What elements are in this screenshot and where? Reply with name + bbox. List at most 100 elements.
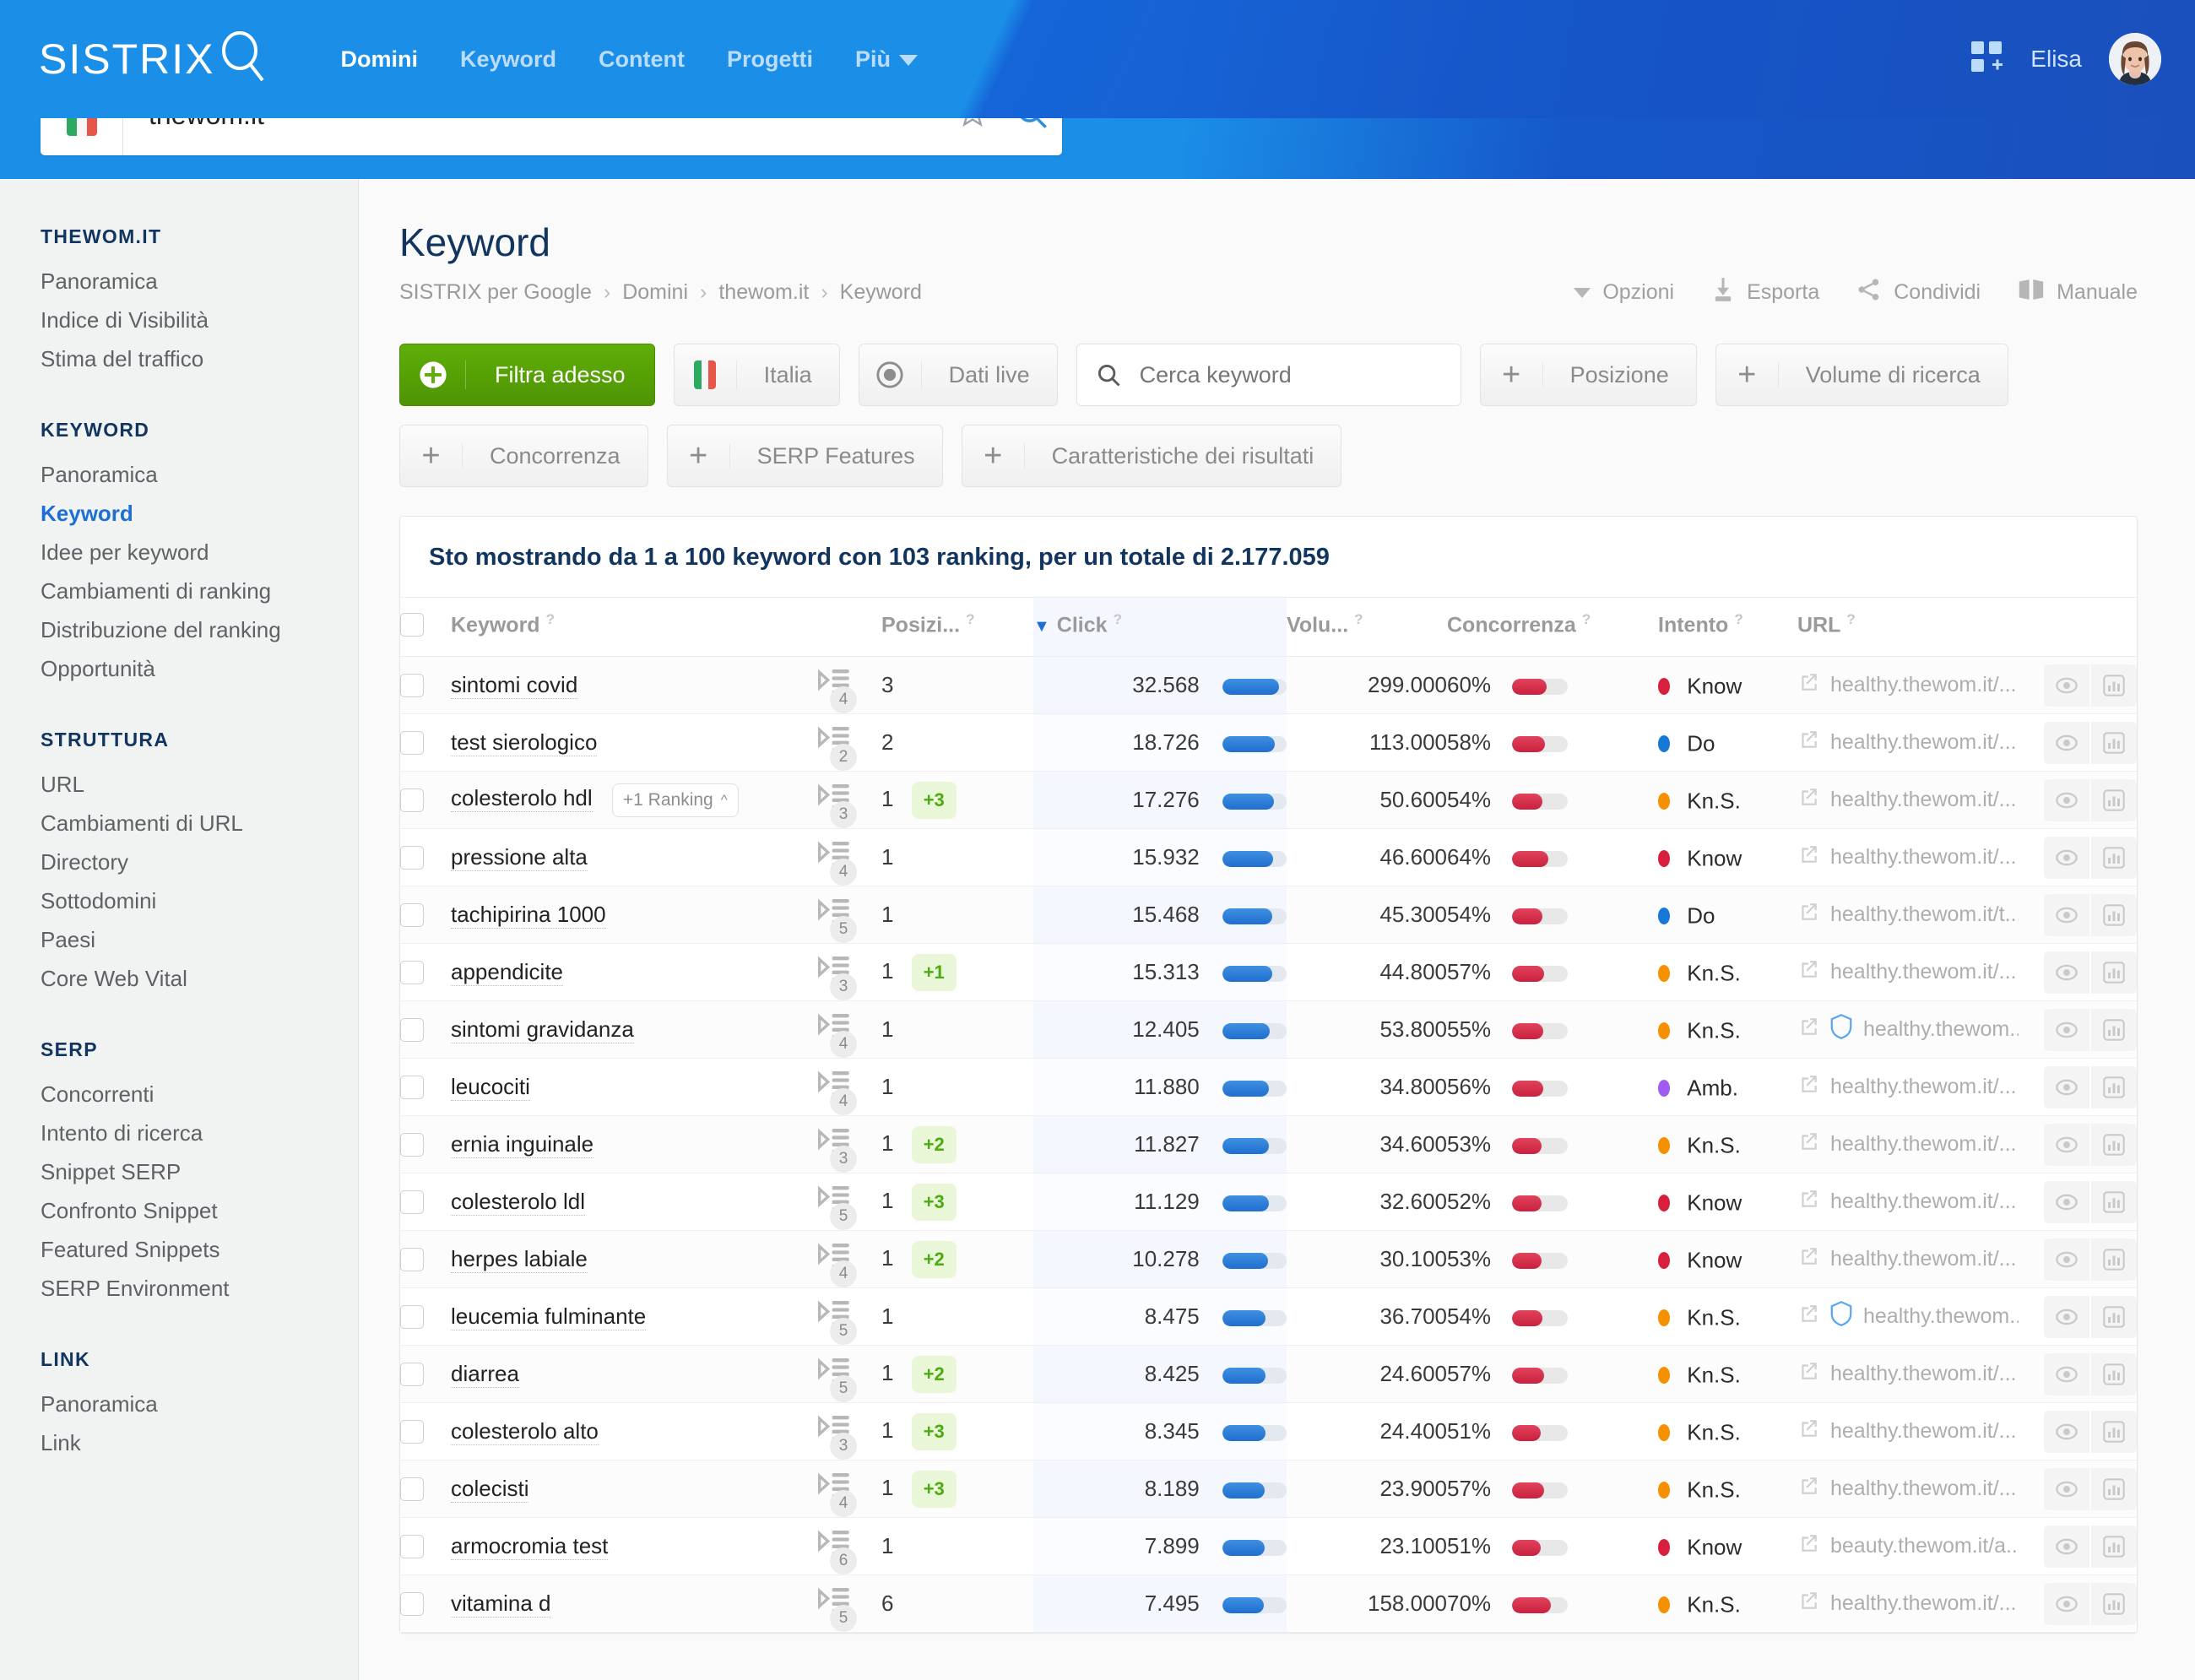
history-chart-icon[interactable] [2091,664,2137,707]
history-chart-icon[interactable] [2091,1410,2137,1453]
keyword-link[interactable]: colesterolo hdl [451,785,593,812]
url-text[interactable]: healthy.thewom.it/... [1830,673,2016,697]
keyword-link[interactable]: herpes labiale [451,1246,588,1273]
url-text[interactable]: healthy.thewom.it/... [1830,1190,2016,1214]
serp-list-icon[interactable]: 6 [816,1526,857,1575]
keyword-link[interactable]: vitamina d [451,1591,551,1618]
row-checkbox[interactable] [400,730,424,755]
table-row[interactable]: leucemia fulminante 5 1 8.475 36.700 54% [400,1287,2137,1347]
sidebar-item-directory[interactable]: Directory [41,843,358,881]
country-flag-selector[interactable] [41,118,123,155]
serp-list-icon[interactable]: 4 [816,1010,857,1059]
table-row[interactable]: colecisti 4 1 +3 8.189 23.900 57% Kn.S. [400,1460,2137,1519]
url-text[interactable]: healthy.thewom.... [1863,1017,2019,1042]
row-checkbox[interactable] [400,1247,424,1271]
preview-eye-icon[interactable] [2044,836,2089,879]
history-chart-icon[interactable] [2091,836,2137,879]
url-text[interactable]: healthy.thewom.it/... [1830,730,2016,755]
history-chart-icon[interactable] [2091,1467,2137,1510]
sidebar-item-link[interactable]: Link [41,1423,358,1462]
help-icon[interactable]: ? [966,611,974,627]
external-link-icon[interactable] [1797,1303,1819,1330]
row-checkbox[interactable] [400,1477,424,1501]
col-header-url[interactable]: URL? [1797,596,2019,658]
nav-item-domini[interactable]: Domini [319,46,439,73]
search-icon[interactable] [1001,118,1062,134]
filtra-adesso-button[interactable]: Filtra adesso [399,344,655,406]
breadcrumb-item-2[interactable]: thewom.it [718,280,809,305]
country-filter-button[interactable]: Italia [673,344,840,406]
serp-list-icon[interactable]: 5 [816,1297,857,1346]
serp-list-icon[interactable]: 5 [816,1182,857,1231]
apps-grid-icon[interactable] [1971,41,2003,78]
col-header-keyword[interactable]: Keyword? [451,596,789,658]
sidebar-item-cambiamenti-di-url[interactable]: Cambiamenti di URL [41,804,358,843]
serp-list-icon[interactable]: 3 [816,780,857,829]
history-chart-icon[interactable] [2091,1295,2137,1338]
external-link-icon[interactable] [1797,1417,1819,1445]
table-row[interactable]: appendicite 3 1 +1 15.313 44.800 57% Kn.… [400,943,2137,1002]
sidebar-item-idee-per-keyword[interactable]: Idee per keyword [41,533,358,572]
row-checkbox[interactable] [400,788,424,812]
sidebar-item-distribuzione-del-ranking[interactable]: Distribuzione del ranking [41,610,358,649]
select-all-checkbox[interactable] [400,612,424,637]
serp-features-filter-button[interactable]: + SERP Features [666,425,943,487]
external-link-icon[interactable] [1797,1073,1819,1101]
col-header-intento[interactable]: Intento? [1658,596,1797,658]
breadcrumb-item-1[interactable]: Domini [622,280,688,305]
table-row[interactable]: vitamina d 5 6 7.495 158.000 70% Kn.S. h… [400,1574,2137,1634]
external-link-icon[interactable] [1797,901,1819,929]
dati-live-button[interactable]: Dati live [858,344,1058,406]
keyword-link[interactable]: colecisti [451,1476,529,1503]
breadcrumb-item-3[interactable]: Keyword [840,280,922,305]
url-text[interactable]: healthy.thewom.it/... [1830,1132,2016,1157]
serp-list-icon[interactable]: 5 [816,895,857,944]
preview-eye-icon[interactable] [2044,778,2089,821]
sidebar-item-serp-environment[interactable]: SERP Environment [41,1269,358,1308]
sidebar-item-concorrenti[interactable]: Concorrenti [41,1075,358,1114]
url-text[interactable]: healthy.thewom.it/... [1830,1362,2016,1386]
serp-list-icon[interactable]: 4 [816,665,857,714]
history-chart-icon[interactable] [2091,1238,2137,1281]
sidebar-item-keyword[interactable]: Keyword [41,494,358,533]
nav-item-content[interactable]: Content [577,46,706,73]
table-row[interactable]: test sierologico 2 2 18.726 113.000 58% [400,713,2137,772]
preview-eye-icon[interactable] [2044,664,2089,707]
opzioni-button[interactable]: Opzioni [1574,280,1674,305]
table-row[interactable]: tachipirina 1000 5 1 15.468 45.300 54% D… [400,886,2137,945]
table-row[interactable]: sintomi covid 4 3 32.568 299.000 60% Kno… [400,656,2137,715]
external-link-icon[interactable] [1797,1188,1819,1216]
url-text[interactable]: healthy.thewom.it/... [1830,788,2016,812]
table-row[interactable]: colesterolo alto 3 1 +3 8.345 24.400 51% [400,1402,2137,1461]
history-chart-icon[interactable] [2091,1123,2137,1166]
table-row[interactable]: ernia inguinale 3 1 +2 11.827 34.600 53% [400,1115,2137,1174]
star-icon[interactable] [944,118,1001,133]
sidebar-item-intento-di-ricerca[interactable]: Intento di ricerca [41,1114,358,1152]
serp-list-icon[interactable]: 2 [816,723,857,772]
volume-di-ricerca-filter-button[interactable]: + Volume di ricerca [1715,344,2008,406]
row-checkbox[interactable] [400,1017,424,1042]
row-checkbox[interactable] [400,673,424,697]
preview-eye-icon[interactable] [2044,1410,2089,1453]
preview-eye-icon[interactable] [2044,1180,2089,1223]
keyword-link[interactable]: sintomi gravidanza [451,1016,634,1043]
history-chart-icon[interactable] [2091,1065,2137,1108]
history-chart-icon[interactable] [2091,1352,2137,1395]
manuale-button[interactable]: Manuale [2018,279,2138,306]
serp-list-icon[interactable]: 5 [816,1584,857,1633]
breadcrumb-item-0[interactable]: SISTRIX per Google [399,280,592,305]
serp-list-icon[interactable]: 3 [816,1412,857,1461]
history-chart-icon[interactable] [2091,1008,2137,1051]
keyword-link[interactable]: ernia inguinale [451,1131,594,1158]
row-checkbox[interactable] [400,1419,424,1444]
row-checkbox[interactable] [400,1190,424,1214]
serp-list-icon[interactable]: 3 [816,1125,857,1173]
row-checkbox[interactable] [400,902,424,927]
external-link-icon[interactable] [1797,1532,1819,1560]
keyword-link[interactable]: pressione alta [451,844,588,871]
external-link-icon[interactable] [1797,843,1819,871]
external-link-icon[interactable] [1797,1016,1819,1043]
url-text[interactable]: healthy.thewom.... [1863,1304,2019,1329]
keyword-link[interactable]: diarrea [451,1361,519,1388]
serp-list-icon[interactable]: 4 [816,837,857,886]
